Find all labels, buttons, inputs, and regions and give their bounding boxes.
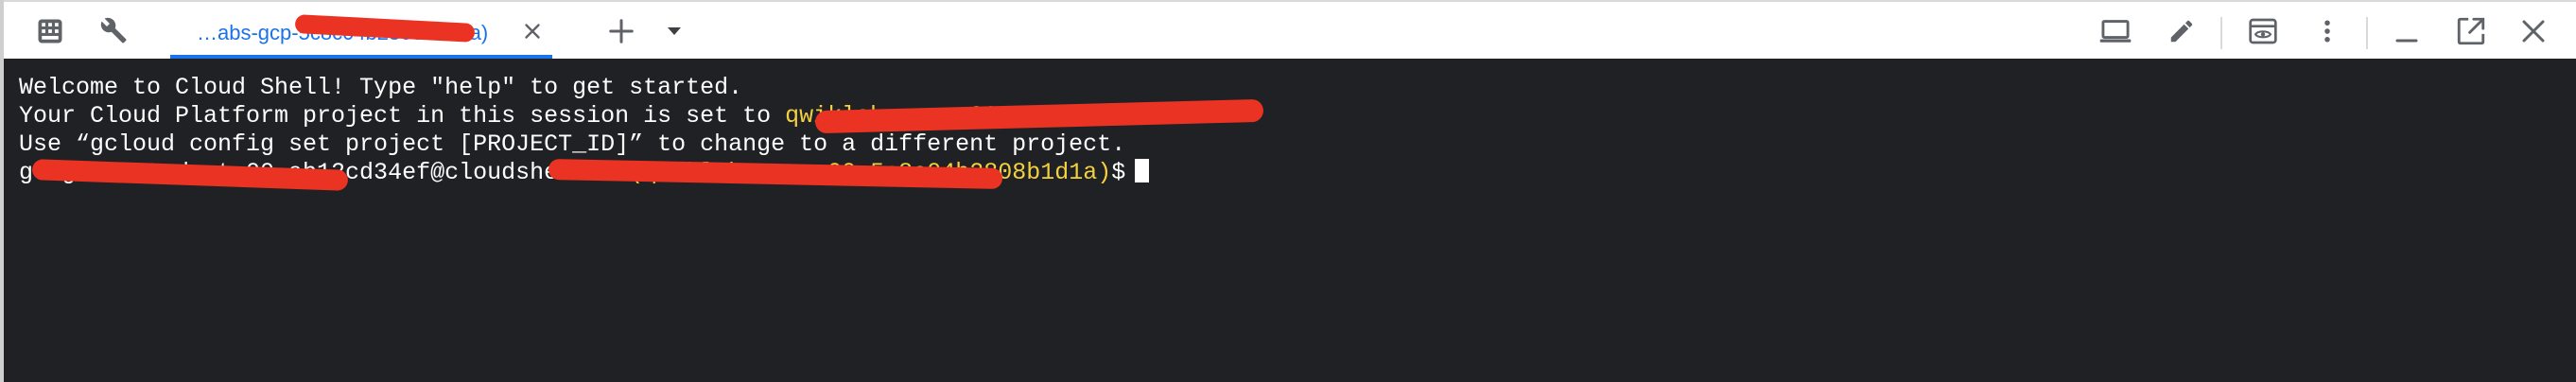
more-vert-icon[interactable] bbox=[2311, 15, 2343, 47]
terminal-line: Use “gcloud config set project [PROJECT_… bbox=[19, 130, 2576, 159]
wrench-icon[interactable] bbox=[98, 15, 131, 47]
toolbar-divider bbox=[2366, 17, 2368, 49]
close-icon[interactable] bbox=[2517, 15, 2550, 47]
chevron-down-icon[interactable] bbox=[658, 15, 690, 47]
open-in-new-icon[interactable] bbox=[2455, 15, 2487, 47]
laptop-icon[interactable] bbox=[2099, 15, 2132, 47]
pencil-icon[interactable] bbox=[2166, 15, 2198, 47]
terminal-line: Your Cloud Platform project in this sess… bbox=[19, 98, 2576, 134]
keyboard-icon[interactable] bbox=[34, 15, 66, 47]
prompt-symbol: $ bbox=[1111, 159, 1126, 186]
prompt-close-paren: ) bbox=[1097, 159, 1112, 186]
plus-icon[interactable] bbox=[605, 15, 637, 47]
project-info-text: Your Cloud Platform project in this sess… bbox=[19, 102, 786, 130]
terminal-cursor bbox=[1135, 159, 1150, 182]
terminal-prompt[interactable]: google3_student_00_ab12cd34ef@cloudshell… bbox=[19, 158, 2576, 191]
gcloud-hint-text: Use “gcloud config set project [PROJECT_… bbox=[19, 130, 1126, 158]
cloud-shell-toolbar: …abs-gcp-5c8c04b2808b1d1a) bbox=[4, 0, 2576, 59]
cloud-shell-window: …abs-gcp-5c8c04b2808b1d1a) bbox=[0, 0, 2576, 382]
web-preview-icon[interactable] bbox=[2247, 15, 2279, 47]
toolbar-divider bbox=[2220, 17, 2222, 49]
minimize-icon[interactable] bbox=[2391, 15, 2423, 47]
close-tab-icon[interactable] bbox=[520, 19, 545, 43]
terminal-output[interactable]: Welcome to Cloud Shell! Type "help" to g… bbox=[4, 59, 2576, 382]
tab-cloud-shell-session[interactable]: …abs-gcp-5c8c04b2808b1d1a) bbox=[170, 2, 552, 59]
terminal-line: Welcome to Cloud Shell! Type "help" to g… bbox=[19, 74, 2576, 102]
welcome-text: Welcome to Cloud Shell! Type "help" to g… bbox=[19, 74, 743, 101]
